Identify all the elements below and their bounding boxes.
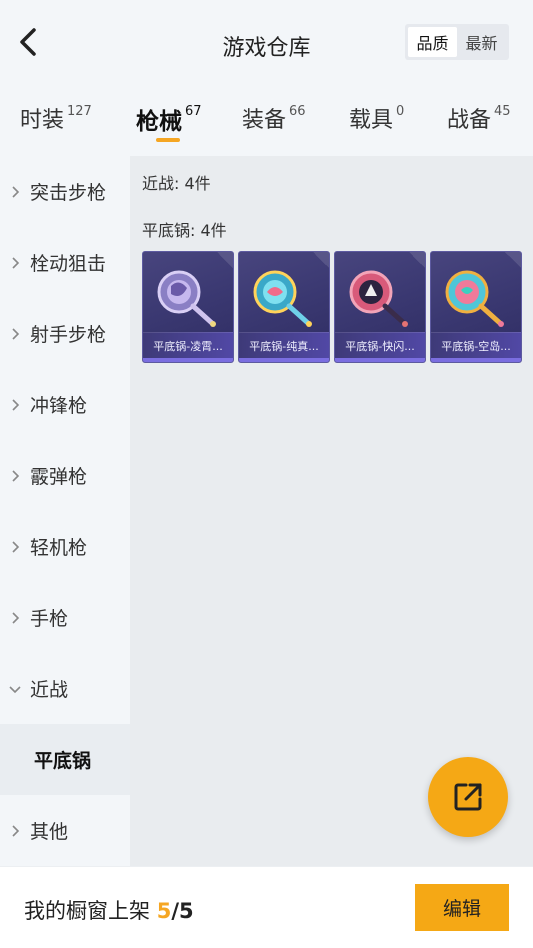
sidebar: 突击步枪 栓动狙击 射手步枪 冲锋枪 霰弹枪 轻机枪 手枪 近战 平底锅 其他 <box>0 156 130 866</box>
chevron-right-icon <box>0 540 30 554</box>
item-name-bar: 平底锅-快闪... <box>335 332 425 358</box>
category-count-title: 近战: 4件 <box>142 174 211 193</box>
frying-pan-icon <box>157 270 216 327</box>
rarity-bar <box>335 358 425 362</box>
frying-pan-icon <box>349 270 408 327</box>
showcase-label: 我的橱窗上架 <box>24 899 150 923</box>
sidebar-item-label: 冲锋枪 <box>30 395 88 417</box>
item-card[interactable]: 平底锅-凌霄... <box>142 251 234 363</box>
sidebar-item-marksman-rifle[interactable]: 射手步枪 <box>0 298 130 369</box>
chevron-right-icon <box>0 327 30 341</box>
showcase-separator: / <box>171 899 179 923</box>
tab-fashion[interactable]: 时装 127 <box>20 102 92 134</box>
sidebar-item-smg[interactable]: 冲锋枪 <box>0 369 130 440</box>
sidebar-item-label: 手枪 <box>30 608 69 630</box>
chevron-right-icon <box>0 185 30 199</box>
item-name-bar: 平底锅-纯真... <box>239 332 329 358</box>
item-name-bar: 平底锅-空岛... <box>431 332 521 358</box>
item-grid: 平底锅-凌霄... 平底锅-纯真... 平底锅-快闪... 平底锅-空岛... <box>142 251 522 363</box>
rarity-bar <box>143 358 233 362</box>
chevron-down-icon <box>0 684 30 694</box>
subcategory-count-title: 平底锅: 4件 <box>142 221 227 240</box>
item-name: 平底锅-快闪... <box>345 339 415 353</box>
footer-bar: 我的橱窗上架 5/5 编辑 <box>0 866 533 948</box>
item-card[interactable]: 平底锅-快闪... <box>334 251 426 363</box>
sidebar-item-label: 突击步枪 <box>30 182 107 204</box>
tab-vehicles[interactable]: 载具 0 <box>349 102 404 134</box>
edit-button[interactable]: 编辑 <box>415 884 509 931</box>
chevron-right-icon <box>0 611 30 625</box>
sidebar-item-shotgun[interactable]: 霰弹枪 <box>0 440 130 511</box>
sidebar-item-label: 射手步枪 <box>30 324 107 346</box>
sidebar-item-assault-rifle[interactable]: 突击步枪 <box>0 156 130 227</box>
item-card[interactable]: 平底锅-空岛... <box>430 251 522 363</box>
active-tab-indicator <box>156 138 180 142</box>
tab-label: 装备 <box>242 108 287 133</box>
tab-equipment[interactable]: 装备 66 <box>242 102 306 134</box>
sidebar-item-other[interactable]: 其他 <box>0 795 130 866</box>
tab-count: 66 <box>289 104 306 119</box>
sidebar-item-lmg[interactable]: 轻机枪 <box>0 511 130 582</box>
frying-pan-icon <box>445 270 504 327</box>
tab-firearms[interactable]: 枪械 67 <box>136 102 202 136</box>
share-fab-button[interactable] <box>428 757 508 837</box>
tab-label: 战备 <box>447 108 492 133</box>
sidebar-subitem-label: 平底锅 <box>34 750 92 772</box>
sidebar-subitem-frying-pan[interactable]: 平底锅 <box>0 724 130 795</box>
showcase-current-count: 5 <box>156 899 172 923</box>
sidebar-item-label: 栓动狙击 <box>30 253 107 275</box>
item-name-bar: 平底锅-凌霄... <box>143 332 233 358</box>
tab-label: 载具 <box>349 108 394 133</box>
sidebar-item-label: 霰弹枪 <box>30 466 88 488</box>
header: 游戏仓库 品质 最新 <box>0 6 533 80</box>
category-tabs: 时装 127 枪械 67 装备 66 载具 0 战备 45 <box>0 80 533 156</box>
frying-pan-icon <box>253 270 312 327</box>
tab-count: 67 <box>185 104 202 119</box>
sort-toggle: 品质 最新 <box>405 24 509 60</box>
item-name: 平底锅-空岛... <box>441 339 511 353</box>
item-name: 平底锅-纯真... <box>249 339 319 353</box>
tab-count: 45 <box>494 104 511 119</box>
item-name: 平底锅-凌霄... <box>153 339 223 353</box>
chevron-right-icon <box>0 256 30 270</box>
tab-label: 时装 <box>20 108 65 133</box>
sidebar-item-bolt-sniper[interactable]: 栓动狙击 <box>0 227 130 298</box>
showcase-status: 我的橱窗上架 5/5 <box>24 895 194 925</box>
sidebar-item-label: 其他 <box>30 821 69 843</box>
rarity-bar <box>239 358 329 362</box>
item-card[interactable]: 平底锅-纯真... <box>238 251 330 363</box>
tab-label: 枪械 <box>136 109 182 135</box>
sort-option-latest[interactable]: 最新 <box>457 27 506 57</box>
tab-count: 127 <box>67 104 92 119</box>
chevron-right-icon <box>0 469 30 483</box>
external-link-icon <box>454 783 482 811</box>
tab-count: 0 <box>396 104 405 119</box>
rarity-bar <box>431 358 521 362</box>
chevron-right-icon <box>0 824 30 838</box>
sidebar-item-pistol[interactable]: 手枪 <box>0 582 130 653</box>
sidebar-item-label: 近战 <box>30 679 69 701</box>
showcase-max-count: 5 <box>178 899 194 923</box>
chevron-right-icon <box>0 398 30 412</box>
tab-battle-gear[interactable]: 战备 45 <box>447 102 511 134</box>
sidebar-item-label: 轻机枪 <box>30 537 88 559</box>
sidebar-item-melee[interactable]: 近战 <box>0 653 130 724</box>
sort-option-quality[interactable]: 品质 <box>408 27 457 57</box>
